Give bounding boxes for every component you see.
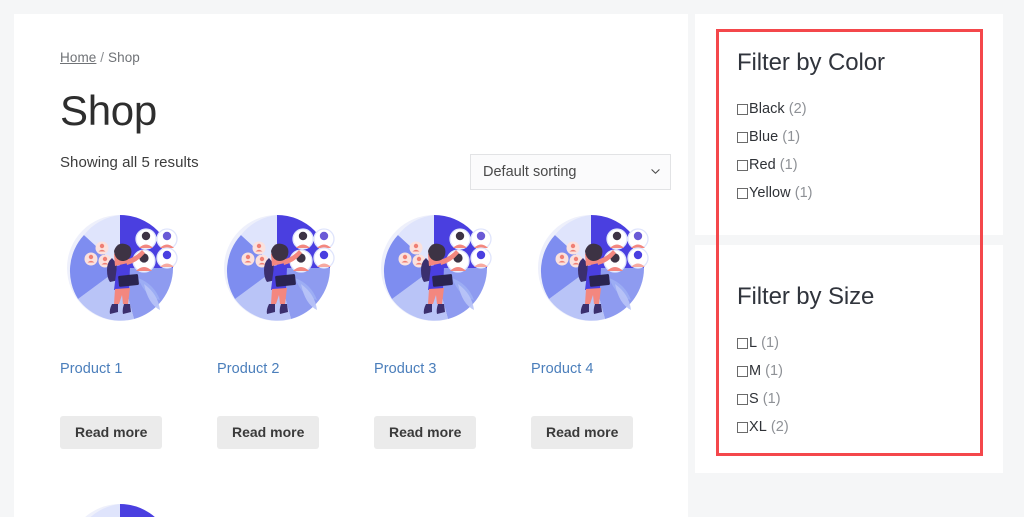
widget-title-filter-by-size: Filter by Size bbox=[737, 283, 875, 310]
product-title-link[interactable]: Product 2 bbox=[217, 361, 374, 377]
widget-title-filter-by-color: Filter by Color bbox=[737, 49, 885, 76]
color-filter-count: (2) bbox=[788, 101, 807, 117]
sidebar: Filter by Color Black (2) Blue (1) Red (… bbox=[695, 14, 1010, 517]
size-filter-count: (1) bbox=[762, 391, 781, 407]
size-filter-item-l[interactable]: L (1) bbox=[737, 329, 789, 357]
product-card: Product 2 Read more bbox=[217, 210, 374, 449]
widget-filter-by-size: Filter by Size L (1) M (1) S (1) XL (2) bbox=[695, 245, 1003, 473]
color-filter-label: Blue bbox=[749, 129, 779, 145]
size-filter-item-m[interactable]: M (1) bbox=[737, 357, 789, 385]
product-row: Product 1 Read more Product 2 Read more … bbox=[60, 210, 688, 449]
checkbox-icon[interactable] bbox=[737, 131, 748, 143]
size-filter-count: (2) bbox=[770, 419, 789, 435]
result-count-text: Showing all 5 results bbox=[60, 154, 199, 171]
read-more-button[interactable]: Read more bbox=[217, 416, 320, 449]
breadcrumb: Home / Shop bbox=[60, 50, 140, 65]
ordering-form: Default sorting Sort by popularity Sort … bbox=[470, 154, 671, 190]
pie-chart-presentation-illustration-icon[interactable] bbox=[374, 210, 509, 328]
size-filter-label: M bbox=[749, 363, 762, 379]
color-filter-label: Black bbox=[749, 101, 785, 117]
breadcrumb-link-home[interactable]: Home bbox=[60, 50, 96, 65]
product-title-link[interactable]: Product 1 bbox=[60, 361, 217, 377]
size-filter-label: XL bbox=[749, 419, 767, 435]
color-filter-label: Red bbox=[749, 157, 776, 173]
pie-chart-presentation-illustration-icon[interactable] bbox=[217, 210, 352, 328]
read-more-button[interactable]: Read more bbox=[60, 416, 163, 449]
size-filter-list: L (1) M (1) S (1) XL (2) bbox=[737, 329, 789, 441]
breadcrumb-current-shop: Shop bbox=[107, 50, 140, 65]
checkbox-icon[interactable] bbox=[737, 159, 748, 171]
product-title-link[interactable]: Product 4 bbox=[531, 361, 688, 377]
color-filter-item-yellow[interactable]: Yellow (1) bbox=[737, 179, 813, 207]
checkbox-icon[interactable] bbox=[737, 365, 748, 377]
breadcrumb-separator: / bbox=[96, 50, 108, 65]
product-card: Product 3 Read more bbox=[374, 210, 531, 449]
color-filter-item-red[interactable]: Red (1) bbox=[737, 151, 813, 179]
size-filter-label: L bbox=[749, 335, 758, 351]
color-filter-count: (1) bbox=[794, 185, 813, 201]
product-card: Product 4 Read more bbox=[531, 210, 688, 449]
page-title: Shop bbox=[60, 87, 157, 134]
color-filter-count: (1) bbox=[779, 157, 798, 173]
color-filter-item-blue[interactable]: Blue (1) bbox=[737, 123, 813, 151]
product-grid: Product 1 Read more Product 2 Read more … bbox=[60, 210, 688, 517]
main-content-area: Home / Shop Shop Showing all 5 results D… bbox=[14, 14, 688, 517]
size-filter-item-xl[interactable]: XL (2) bbox=[737, 413, 789, 441]
checkbox-icon[interactable] bbox=[737, 393, 748, 405]
product-card: Product 5 Read more bbox=[60, 499, 217, 517]
read-more-button[interactable]: Read more bbox=[531, 416, 634, 449]
color-filter-item-black[interactable]: Black (2) bbox=[737, 95, 813, 123]
widget-filter-by-color: Filter by Color Black (2) Blue (1) Red (… bbox=[695, 14, 1003, 235]
checkbox-icon[interactable] bbox=[737, 103, 748, 115]
checkbox-icon[interactable] bbox=[737, 337, 748, 349]
pie-chart-presentation-illustration-icon[interactable] bbox=[60, 499, 195, 517]
pie-chart-presentation-illustration-icon[interactable] bbox=[531, 210, 666, 328]
checkbox-icon[interactable] bbox=[737, 187, 748, 199]
product-row: Product 5 Read more bbox=[60, 499, 688, 517]
product-card: Product 1 Read more bbox=[60, 210, 217, 449]
size-filter-item-s[interactable]: S (1) bbox=[737, 385, 789, 413]
checkbox-icon[interactable] bbox=[737, 421, 748, 433]
color-filter-count: (1) bbox=[782, 129, 801, 145]
size-filter-count: (1) bbox=[761, 335, 779, 351]
color-filter-list: Black (2) Blue (1) Red (1) Yellow (1) bbox=[737, 95, 813, 207]
pie-chart-presentation-illustration-icon[interactable] bbox=[60, 210, 195, 328]
color-filter-label: Yellow bbox=[749, 185, 791, 201]
shop-page: Home / Shop Shop Showing all 5 results D… bbox=[0, 0, 1024, 517]
product-title-link[interactable]: Product 3 bbox=[374, 361, 531, 377]
read-more-button[interactable]: Read more bbox=[374, 416, 477, 449]
size-filter-count: (1) bbox=[765, 363, 784, 379]
size-filter-label: S bbox=[749, 391, 759, 407]
sorting-select[interactable]: Default sorting Sort by popularity Sort … bbox=[470, 154, 671, 190]
